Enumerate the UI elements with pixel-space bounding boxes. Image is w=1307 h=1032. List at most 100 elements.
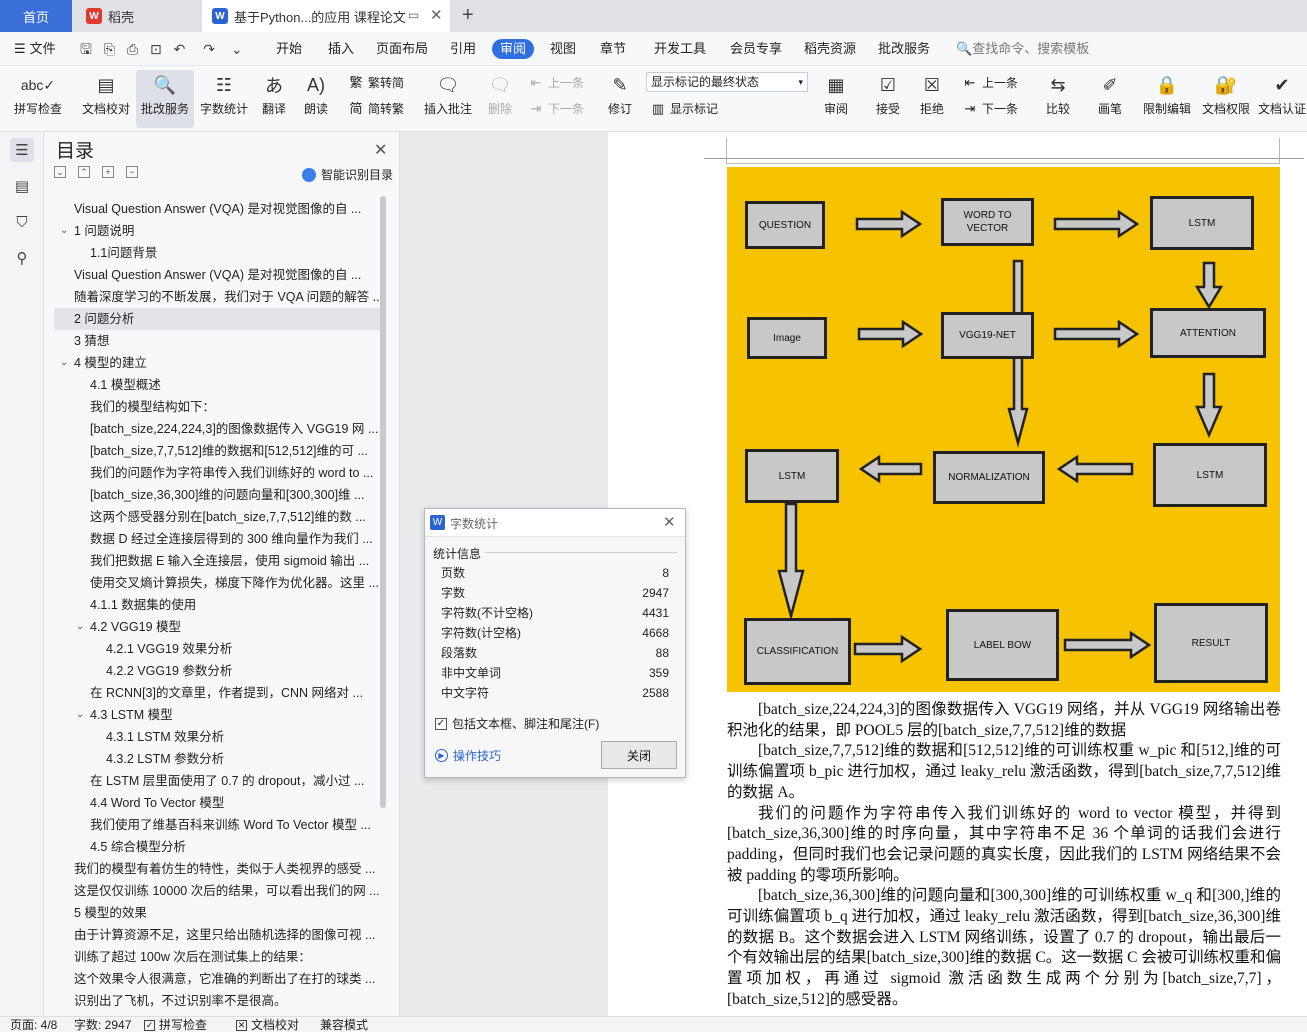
toc-add-icon[interactable]: + bbox=[102, 166, 114, 178]
toc-item[interactable]: 4.4 Word To Vector 模型 bbox=[54, 792, 380, 814]
page-indicator[interactable]: 页面: 4/8 bbox=[10, 1018, 57, 1032]
pen-button[interactable]: ✐ 画笔 bbox=[1094, 70, 1126, 128]
tab-pin-icon[interactable]: ▭ bbox=[408, 8, 419, 22]
toc-remove-icon[interactable]: − bbox=[126, 166, 138, 178]
chevron-down-icon[interactable]: ⌄ bbox=[76, 616, 86, 638]
menu-start[interactable]: 开始 bbox=[276, 32, 302, 66]
next-comment-button[interactable]: ⇥ 下一条 bbox=[528, 98, 584, 120]
toc-item[interactable]: ⌄ 4.2 VGG19 模型 bbox=[54, 616, 380, 638]
toc-item[interactable]: 我们的模型结构如下： bbox=[54, 396, 380, 418]
menu-chapter[interactable]: 章节 bbox=[600, 32, 626, 66]
delete-comment-button[interactable]: 🗨 删除 bbox=[480, 70, 520, 128]
toc-item[interactable]: 我们把数据 E 输入全连接层，使用 sigmoid 输出 ... bbox=[54, 550, 380, 572]
read-aloud-button[interactable]: A) 朗读 bbox=[300, 70, 332, 128]
toc-item[interactable]: ⌄ 4 模型的建立 bbox=[54, 352, 380, 374]
redo-icon[interactable]: ↷ bbox=[203, 41, 215, 57]
toc-close-icon[interactable]: ✕ bbox=[374, 140, 387, 160]
menu-review[interactable]: 审阅 bbox=[492, 39, 535, 59]
menu-view[interactable]: 视图 bbox=[550, 32, 576, 66]
toc-item[interactable]: Visual Question Answer (VQA) 是对视觉图像的自 ..… bbox=[54, 198, 380, 220]
menu-member[interactable]: 会员专享 bbox=[730, 32, 782, 66]
doc-check-status[interactable]: ✕ 文档校对 bbox=[236, 1018, 299, 1032]
accept-button[interactable]: ☑ 接受 bbox=[870, 70, 906, 128]
dialog-header[interactable]: W 字数统计 ✕ bbox=[425, 509, 685, 537]
tab-close-icon[interactable]: ✕ bbox=[430, 6, 443, 24]
toc-item[interactable]: [batch_size,7,7,512]维的数据和[512,512]维的可 ..… bbox=[54, 440, 380, 462]
more-icon[interactable]: ⌄ bbox=[231, 41, 243, 57]
export-pdf-icon[interactable]: ⎘ bbox=[104, 41, 115, 57]
dialog-close-icon[interactable]: ✕ bbox=[663, 513, 676, 531]
chevron-down-icon[interactable]: ⌄ bbox=[60, 352, 70, 374]
toc-item[interactable]: 这个效果令人很满意，它准确的判断出了在打的球类 ... bbox=[54, 968, 380, 990]
toc-item[interactable]: 我们的模型有着仿生的特性，类似于人类视界的感受 ... bbox=[54, 858, 380, 880]
toc-item[interactable]: 4.2.2 VGG19 参数分析 bbox=[54, 660, 380, 682]
doc-permission-button[interactable]: 🔐 文档权限 bbox=[1200, 70, 1252, 128]
word-count-status[interactable]: 字数: 2947 bbox=[74, 1018, 131, 1032]
correction-service-button[interactable]: 🔍 批改服务 bbox=[136, 70, 194, 128]
toc-item[interactable]: 2 问题分析 bbox=[54, 308, 380, 330]
toc-icon[interactable]: ☰ bbox=[10, 138, 34, 162]
tab-document[interactable]: W 基于Python...的应用 课程论文 ▭ ✕ bbox=[202, 0, 450, 32]
document-text[interactable]: [batch_size,224,224,3]的图像数据传入 VGG19 网络，并… bbox=[727, 700, 1281, 1011]
model-diagram[interactable]: QUESTION WORD TO VECTOR LSTM Image VGG19… bbox=[727, 167, 1280, 692]
toc-item[interactable]: [batch_size,224,224,3]的图像数据传入 VGG19 网 ..… bbox=[54, 418, 380, 440]
toc-item[interactable]: 在 RCNN[3]的文章里，作者提到，CNN 网络对 ... bbox=[54, 682, 380, 704]
toc-item[interactable]: 在 LSTM 层里面使用了 0.7 的 dropout，减小过 ... bbox=[54, 770, 380, 792]
toc-item[interactable]: 4.3.1 LSTM 效果分析 bbox=[54, 726, 380, 748]
toc-item[interactable]: 由于计算资源不足，这里只给出随机选择的图像可视 ... bbox=[54, 924, 380, 946]
insert-comment-button[interactable]: 🗨 插入批注 bbox=[420, 70, 476, 128]
toc-item[interactable]: 我们使用了维基百科来训练 Word To Vector 模型 ... bbox=[54, 814, 380, 836]
print-icon[interactable]: ⎙ bbox=[127, 41, 138, 57]
translate-button[interactable]: あ翻译 bbox=[256, 70, 292, 128]
toc-scrollbar[interactable] bbox=[380, 196, 386, 808]
prev-comment-button[interactable]: ⇤ 上一条 bbox=[528, 72, 584, 94]
trad-to-simp-button[interactable]: 繁繁转简 bbox=[348, 72, 404, 94]
review-pane-button[interactable]: ▦ 审阅 bbox=[816, 70, 856, 128]
track-changes-button[interactable]: ✎ 修订 bbox=[600, 70, 640, 128]
toc-item[interactable]: 识别出了飞机，不过识别率不是很高。 bbox=[54, 990, 380, 1012]
undo-icon[interactable]: ↶ bbox=[174, 41, 186, 57]
menu-references[interactable]: 引用 bbox=[450, 32, 476, 66]
toc-item[interactable]: ⌄ 4.3 LSTM 模型 bbox=[54, 704, 380, 726]
menu-file[interactable]: ☰ 文件 bbox=[14, 32, 56, 66]
toc-item[interactable]: 4.2.1 VGG19 效果分析 bbox=[54, 638, 380, 660]
word-count-button[interactable]: ☷ 字数统计 bbox=[198, 70, 250, 128]
simp-to-trad-button[interactable]: 简简转繁 bbox=[348, 98, 404, 120]
chevron-down-icon[interactable]: ⌄ bbox=[60, 220, 70, 242]
toc-item[interactable]: [batch_size,36,300]维的问题向量和[300,300]维 ... bbox=[54, 484, 380, 506]
toc-item[interactable]: 5 模型的效果 bbox=[54, 902, 380, 924]
tab-daoke[interactable]: W 稻壳 bbox=[74, 0, 200, 32]
doc-check-button[interactable]: ▤ 文档校对 bbox=[80, 70, 132, 128]
menu-insert[interactable]: 插入 bbox=[328, 32, 354, 66]
tips-link[interactable]: ▶ 操作技巧 bbox=[435, 747, 501, 764]
menu-developer[interactable]: 开发工具 bbox=[654, 32, 706, 66]
chapter-nav-icon[interactable]: ▤ bbox=[10, 174, 34, 198]
toc-item[interactable]: 3 猜想 bbox=[54, 330, 380, 352]
include-footnotes-checkbox[interactable]: ✓ 包括文本框、脚注和尾注(F) bbox=[435, 715, 599, 732]
menu-layout[interactable]: 页面布局 bbox=[376, 32, 428, 66]
menu-correction[interactable]: 批改服务 bbox=[878, 32, 930, 66]
toc-item[interactable]: 1.1问题背景 bbox=[54, 242, 380, 264]
next-change-button[interactable]: ⇥ 下一条 bbox=[962, 98, 1018, 120]
toc-item[interactable]: 数据 D 经过全连接层得到的 300 维向量作为我们 ... bbox=[54, 528, 380, 550]
spell-check-status[interactable]: ✓ 拼写检查 bbox=[144, 1018, 207, 1032]
toc-expand-icon[interactable]: ⌃ bbox=[78, 166, 90, 178]
print-preview-icon[interactable]: ⊡ bbox=[150, 41, 162, 57]
doc-certify-button[interactable]: ✔ 文档认证 bbox=[1258, 70, 1306, 128]
dialog-close-button[interactable]: 关闭 bbox=[601, 741, 677, 769]
markup-state-select[interactable]: 显示标记的最终状态 ▾ bbox=[646, 72, 808, 92]
new-tab-button[interactable]: + bbox=[462, 4, 474, 27]
save-icon[interactable]: 🖫 bbox=[80, 41, 92, 57]
toc-item[interactable]: 4.5 综合模型分析 bbox=[54, 836, 380, 858]
toc-item[interactable]: 这是仅仅训练 10000 次后的结果，可以看出我们的网 ... bbox=[54, 880, 380, 902]
toc-item[interactable]: 随着深度学习的不断发展，我们对于 VQA 问题的解答 ... bbox=[54, 286, 380, 308]
compare-button[interactable]: ⇆ 比较 bbox=[1040, 70, 1076, 128]
toc-item[interactable]: 4.1.1 数据集的使用 bbox=[54, 594, 380, 616]
toc-item[interactable]: Visual Question Answer (VQA) 是对视觉图像的自 ..… bbox=[54, 264, 380, 286]
chevron-down-icon[interactable]: ⌄ bbox=[76, 704, 86, 726]
find-icon[interactable]: ⚲ bbox=[10, 246, 34, 270]
toc-item[interactable]: 4.1 模型概述 bbox=[54, 374, 380, 396]
toc-item[interactable]: ⌄ 1 问题说明 bbox=[54, 220, 380, 242]
bookmark-icon[interactable]: ⛉ bbox=[10, 210, 34, 234]
toc-item[interactable]: 我们的问题作为字符串传入我们训练好的 word to ... bbox=[54, 462, 380, 484]
